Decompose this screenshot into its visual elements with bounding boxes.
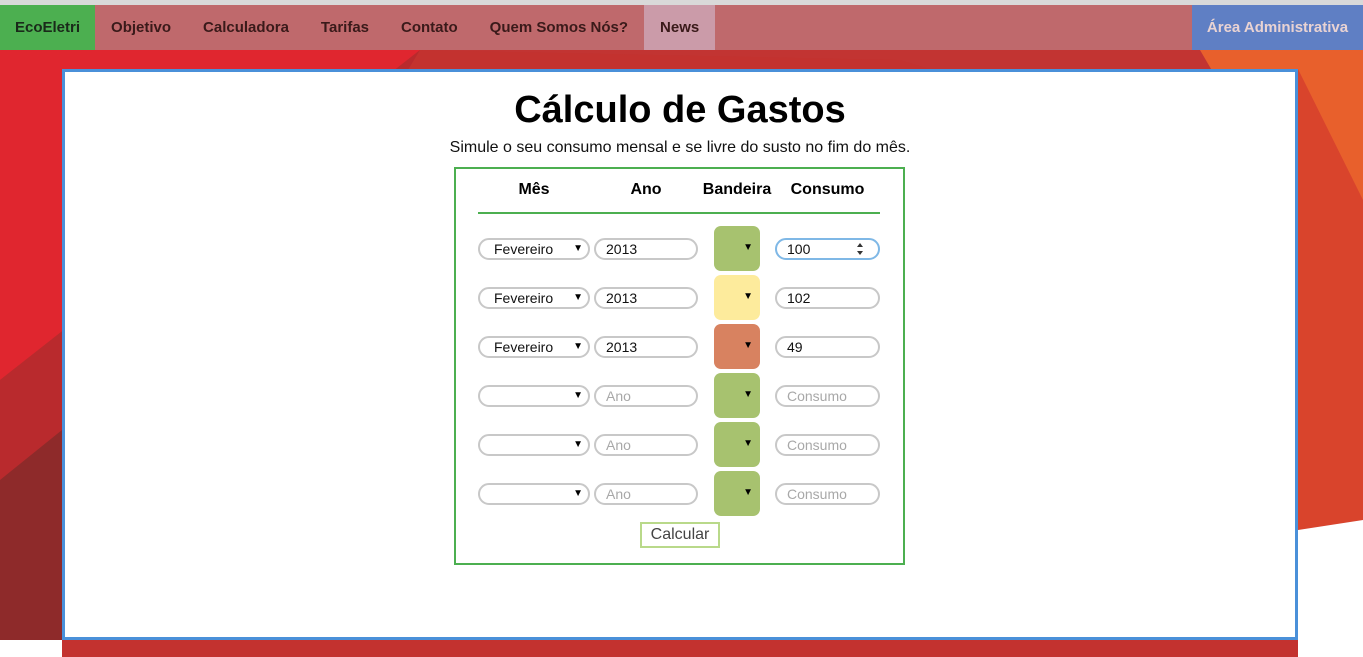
dropdown-caret-icon: ▼ xyxy=(743,438,753,449)
calcular-button[interactable]: Calcular xyxy=(640,522,720,548)
page-title: Cálculo de Gastos xyxy=(514,89,846,131)
dropdown-caret-icon: ▼ xyxy=(573,292,583,303)
dropdown-caret-icon: ▼ xyxy=(743,291,753,302)
year-input[interactable]: 2013 xyxy=(594,238,698,260)
header-ano: Ano xyxy=(630,181,662,198)
nav-item-contato[interactable]: Contato xyxy=(385,5,474,50)
dropdown-caret-icon: ▼ xyxy=(743,242,753,253)
dropdown-caret-icon: ▼ xyxy=(573,243,583,254)
header-consumo: Consumo xyxy=(790,181,865,198)
month-select[interactable]: Fevereiro ▼ xyxy=(478,287,590,309)
consumption-input-value: Consumo xyxy=(787,388,847,404)
page-subtitle: Simule o seu consumo mensal e se livre d… xyxy=(449,139,911,156)
number-spinner-icon[interactable] xyxy=(856,242,864,256)
dropdown-caret-icon: ▼ xyxy=(743,340,753,351)
header-mes: Mês xyxy=(518,181,550,198)
consumption-input-value: 100 xyxy=(787,241,811,257)
nav-brand[interactable]: EcoEletri xyxy=(0,5,96,50)
nav-item-calculadora[interactable]: Calculadora xyxy=(187,5,305,50)
consumption-input-value: 102 xyxy=(787,290,811,306)
top-border xyxy=(0,0,1363,5)
nav-item-quem-somos[interactable]: Quem Somos Nós? xyxy=(474,5,644,50)
tariff-flag-select[interactable]: ▼ xyxy=(714,422,760,467)
consumption-input[interactable]: 49 xyxy=(775,336,880,358)
month-select-value: Fevereiro xyxy=(494,290,554,306)
month-select[interactable]: ▼ xyxy=(478,385,590,407)
calc-form: Mês Ano Bandeira Consumo Fevereiro ▼ 2013 ▼… xyxy=(454,167,905,565)
dropdown-caret-icon: ▼ xyxy=(573,390,583,401)
month-select[interactable]: Fevereiro ▼ xyxy=(478,238,590,260)
form-row: Fevereiro ▼ 2013 ▼ 100 xyxy=(456,226,903,272)
consumption-input[interactable]: 100 xyxy=(775,238,880,260)
nav-item-objetivo[interactable]: Objetivo xyxy=(95,5,187,50)
tariff-flag-select[interactable]: ▼ xyxy=(714,373,760,418)
main-card: Cálculo de Gastos Simule o seu consumo m… xyxy=(62,69,1298,640)
consumption-input[interactable]: Consumo xyxy=(775,434,880,456)
month-select-value: Fevereiro xyxy=(494,339,554,355)
nav-item-tarifas[interactable]: Tarifas xyxy=(305,5,385,50)
header-divider xyxy=(478,212,880,214)
consumption-input-value: Consumo xyxy=(787,437,847,453)
tariff-flag-select[interactable]: ▼ xyxy=(714,275,760,320)
form-row: ▼ Ano ▼ Consumo xyxy=(456,373,903,419)
nav-item-news[interactable]: News xyxy=(644,5,716,50)
consumption-input[interactable]: 102 xyxy=(775,287,880,309)
tariff-flag-select[interactable]: ▼ xyxy=(714,226,760,271)
year-input[interactable]: Ano xyxy=(594,483,698,505)
tariff-flag-select[interactable]: ▼ xyxy=(714,471,760,516)
form-row: Fevereiro ▼ 2013 ▼ 102 xyxy=(456,275,903,321)
year-input[interactable]: Ano xyxy=(594,434,698,456)
form-row: ▼ Ano ▼ Consumo xyxy=(456,471,903,517)
navbar: EcoEletri Objetivo Calculadora Tarifas C… xyxy=(0,5,1363,50)
dropdown-caret-icon: ▼ xyxy=(573,488,583,499)
dropdown-caret-icon: ▼ xyxy=(743,487,753,498)
consumption-input[interactable]: Consumo xyxy=(775,385,880,407)
form-row: ▼ Ano ▼ Consumo xyxy=(456,422,903,468)
month-select-value: Fevereiro xyxy=(494,241,554,257)
year-input[interactable]: 2013 xyxy=(594,336,698,358)
month-select[interactable]: Fevereiro ▼ xyxy=(478,336,590,358)
year-input[interactable]: 2013 xyxy=(594,287,698,309)
nav-admin-link[interactable]: Área Administrativa xyxy=(1192,5,1363,50)
year-input[interactable]: Ano xyxy=(594,385,698,407)
consumption-input-value: 49 xyxy=(787,339,803,355)
header-bandeira: Bandeira xyxy=(702,181,772,198)
dropdown-caret-icon: ▼ xyxy=(573,341,583,352)
dropdown-caret-icon: ▼ xyxy=(573,439,583,450)
month-select[interactable]: ▼ xyxy=(478,483,590,505)
tariff-flag-select[interactable]: ▼ xyxy=(714,324,760,369)
consumption-input-value: Consumo xyxy=(787,486,847,502)
form-row: Fevereiro ▼ 2013 ▼ 49 xyxy=(456,324,903,370)
month-select[interactable]: ▼ xyxy=(478,434,590,456)
consumption-input[interactable]: Consumo xyxy=(775,483,880,505)
dropdown-caret-icon: ▼ xyxy=(743,389,753,400)
